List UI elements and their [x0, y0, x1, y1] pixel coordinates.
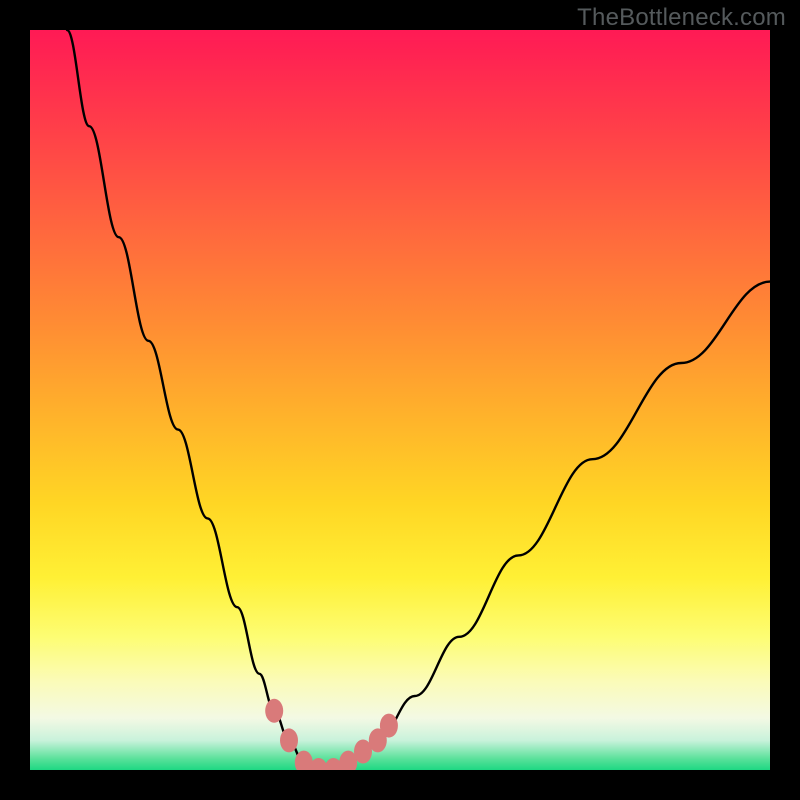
watermark-text: TheBottleneck.com [577, 4, 786, 32]
marker-group [265, 699, 398, 770]
marker-dot [380, 714, 398, 738]
chart-frame: TheBottleneck.com [0, 0, 800, 800]
marker-dot [265, 699, 283, 723]
marker-dot [280, 728, 298, 752]
bottleneck-curve [67, 30, 770, 770]
curve-svg [30, 30, 770, 770]
